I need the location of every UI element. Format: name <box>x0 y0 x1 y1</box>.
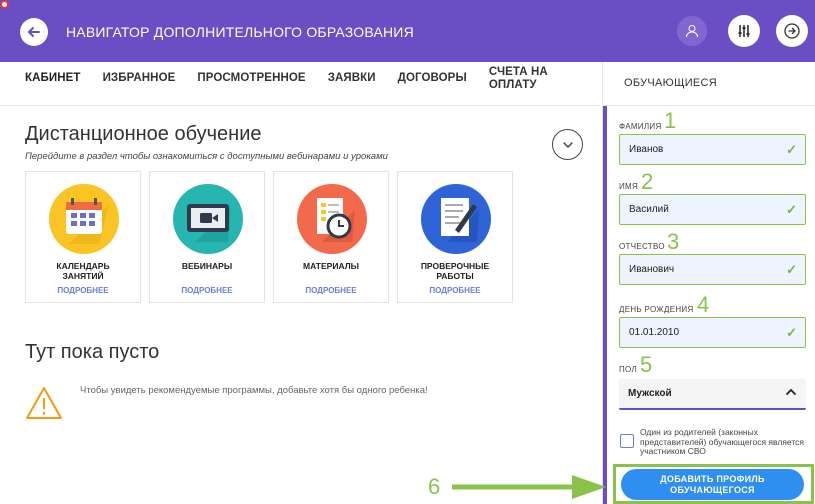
user-icon <box>686 25 698 38</box>
last-name-label: ФАМИЛИЯ <box>619 122 662 131</box>
panel-title-divider <box>603 105 815 106</box>
notification-dot-icon <box>0 0 9 9</box>
step-6-marker: 6 <box>428 474 441 499</box>
tab-invoices-line1: СЧЕТА НА <box>488 66 548 78</box>
panel-accent-bar <box>603 106 607 504</box>
add-student-profile-button[interactable]: ДОБАВИТЬ ПРОФИЛЬ ОБУЧАЮЩЕГОСЯ <box>621 469 804 500</box>
tabs-divider <box>0 105 600 106</box>
top-header: НАВИГАТОР ДОПОЛНИТЕЛЬНОГО ОБРАЗОВАНИЯ <box>0 0 815 62</box>
sliders-icon <box>738 25 750 37</box>
tab-applications[interactable]: ЗАЯВКИ <box>328 72 376 85</box>
svo-checkbox[interactable] <box>620 434 634 448</box>
last-name-value: Иванов <box>629 144 664 155</box>
card-webinars[interactable]: ВЕБИНАРЫ ПОДРОБНЕЕ <box>149 171 265 303</box>
check-icon: ✓ <box>786 325 797 340</box>
logout-button[interactable] <box>776 15 808 47</box>
card-tests[interactable]: ПРОВЕРОЧНЫЕ РАБОТЫ ПОДРОБНЕЕ <box>397 171 513 303</box>
tab-invoices[interactable]: СЧЕТА НА ОПЛАТУ <box>489 66 548 92</box>
svo-checkbox-label: Один из родителей (законных представител… <box>640 427 804 456</box>
last-name-field[interactable]: Иванов ✓ <box>619 134 806 165</box>
avatar[interactable] <box>677 16 707 46</box>
card-tests-more[interactable]: ПОДРОБНЕЕ <box>402 286 508 295</box>
birthday-field[interactable]: 01.01.2010 ✓ <box>619 317 806 348</box>
step-5-marker: 5 <box>640 352 653 377</box>
gender-select[interactable]: Мужской <box>619 379 806 410</box>
gender-label: ПОЛ <box>619 365 638 374</box>
tab-cabinet[interactable]: КАБИНЕТ <box>25 72 81 85</box>
collapse-button[interactable] <box>552 129 583 160</box>
chevron-up-icon <box>785 385 797 401</box>
arrow-right-icon <box>452 475 606 499</box>
calendar-icon <box>49 184 119 254</box>
check-icon: ✓ <box>786 262 797 277</box>
card-webinars-title: ВЕБИНАРЫ <box>181 261 233 271</box>
card-tests-title: ПРОВЕРОЧНЫЕ РАБОТЫ <box>420 261 490 281</box>
gender-value: Мужской <box>628 388 672 399</box>
card-materials-title: МАТЕРИАЛЫ <box>303 261 359 271</box>
tab-favorites[interactable]: ИЗБРАННОЕ <box>103 72 176 85</box>
card-materials-more[interactable]: ПОДРОБНЕЕ <box>278 286 384 295</box>
empty-title: Тут пока пусто <box>25 341 160 363</box>
empty-text: Чтобы увидеть рекомендуемые программы, д… <box>80 385 428 396</box>
clock-document-icon <box>297 184 367 254</box>
video-camera-icon <box>173 184 243 254</box>
patronymic-field[interactable]: Иванович ✓ <box>619 254 806 285</box>
distance-learning-title: Дистанционное обучение <box>25 123 262 145</box>
tab-contracts[interactable]: ДОГОВОРЫ <box>398 72 467 85</box>
birthday-label: ДЕНЬ РОЖДЕНИЯ <box>619 305 694 314</box>
tab-viewed[interactable]: ПРОСМОТРЕННОЕ <box>197 72 305 85</box>
card-calendar-more[interactable]: ПОДРОБНЕЕ <box>30 286 136 295</box>
pencil-document-icon <box>421 184 491 254</box>
check-icon: ✓ <box>786 142 797 157</box>
settings-button[interactable] <box>728 15 760 47</box>
warning-icon <box>25 385 63 421</box>
back-button[interactable] <box>20 18 48 46</box>
step-2-marker: 2 <box>641 169 654 194</box>
app-title: НАВИГАТОР ДОПОЛНИТЕЛЬНОГО ОБРАЗОВАНИЯ <box>66 24 414 40</box>
distance-learning-subtitle: Перейдите в раздел чтобы ознакомиться с … <box>25 151 388 162</box>
step-1-marker: 1 <box>664 108 677 133</box>
card-webinars-more[interactable]: ПОДРОБНЕЕ <box>154 286 260 295</box>
check-icon: ✓ <box>786 202 797 217</box>
card-calendar[interactable]: КАЛЕНДАРЬ ЗАНЯТИЙ ПОДРОБНЕЕ <box>25 171 141 303</box>
step-3-marker: 3 <box>667 229 680 254</box>
patronymic-label: ОТЧЕСТВО <box>619 242 665 251</box>
first-name-label: ИМЯ <box>619 182 639 191</box>
first-name-value: Василий <box>629 204 669 215</box>
step-4-marker: 4 <box>697 292 710 317</box>
first-name-field[interactable]: Василий ✓ <box>619 194 806 225</box>
card-calendar-title: КАЛЕНДАРЬ ЗАНЯТИЙ <box>56 261 110 281</box>
arrow-left-icon <box>28 27 40 37</box>
tab-invoices-line2: ОПЛАТУ <box>488 79 537 91</box>
patronymic-value: Иванович <box>629 264 675 275</box>
arrow-right-circle-icon <box>784 23 800 39</box>
card-materials[interactable]: МАТЕРИАЛЫ ПОДРОБНЕЕ <box>273 171 389 303</box>
birthday-value: 01.01.2010 <box>629 327 680 338</box>
cabinet-tabs: КАБИНЕТ ИЗБРАННОЕ ПРОСМОТРЕННОЕ ЗАЯВКИ Д… <box>25 66 570 102</box>
students-title: ОБУЧАЮЩИЕСЯ <box>624 77 718 89</box>
chevron-down-icon <box>562 141 573 148</box>
